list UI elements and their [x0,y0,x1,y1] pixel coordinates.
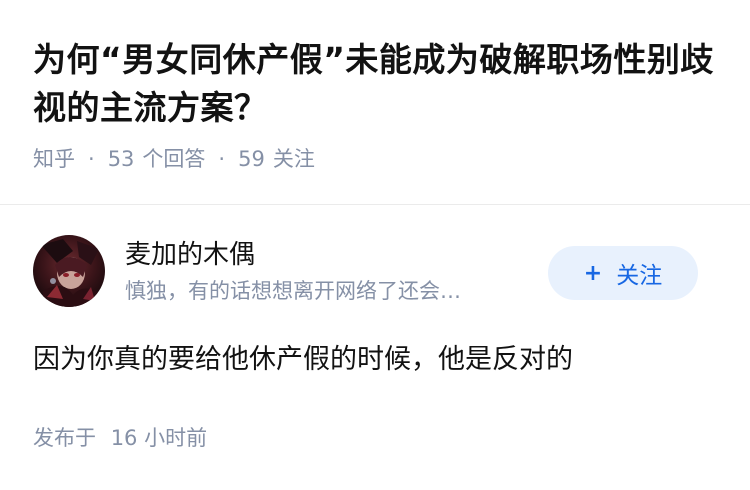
published-label: 发布于 [33,426,96,450]
avatar-image [33,235,105,307]
answers-count[interactable]: 53 [108,144,135,174]
answer-content[interactable]: 因为你真的要给他休产假的时候，他是反对的 [33,340,723,380]
author-name[interactable]: 麦加的木偶 [125,237,545,273]
meta-separator: · [218,147,226,171]
avatar[interactable] [33,235,105,307]
section-divider [0,204,750,205]
answers-label[interactable]: 个回答 [142,144,205,174]
followers-label[interactable]: 关注 [273,144,315,174]
followers-count[interactable]: 59 [238,144,265,174]
question-header: 为何“男女同休产假”未能成为破解职场性别歧视的主流方案？ 知乎 · 53 个回答… [33,36,723,174]
follow-button-label: 关注 [616,263,663,289]
plus-icon: + [583,260,603,286]
question-title[interactable]: 为何“男女同休产假”未能成为破解职场性别歧视的主流方案？ [33,36,723,132]
follow-button[interactable]: + 关注 [548,246,698,300]
author-info: 麦加的木偶 慎独，有的话想想离开网络了还会… [125,237,545,306]
answer-timestamp: 发布于 16 小时前 [33,423,207,453]
meta-separator: · [88,147,95,171]
published-time: 16 小时前 [110,426,208,450]
question-meta: 知乎 · 53 个回答 · 59 关注 [33,144,723,174]
author-bio: 慎独，有的话想想离开网络了还会… [125,279,461,303]
source-label[interactable]: 知乎 [33,144,75,174]
author-row: 麦加的木偶 慎独，有的话想想离开网络了还会… + 关注 [33,235,718,309]
